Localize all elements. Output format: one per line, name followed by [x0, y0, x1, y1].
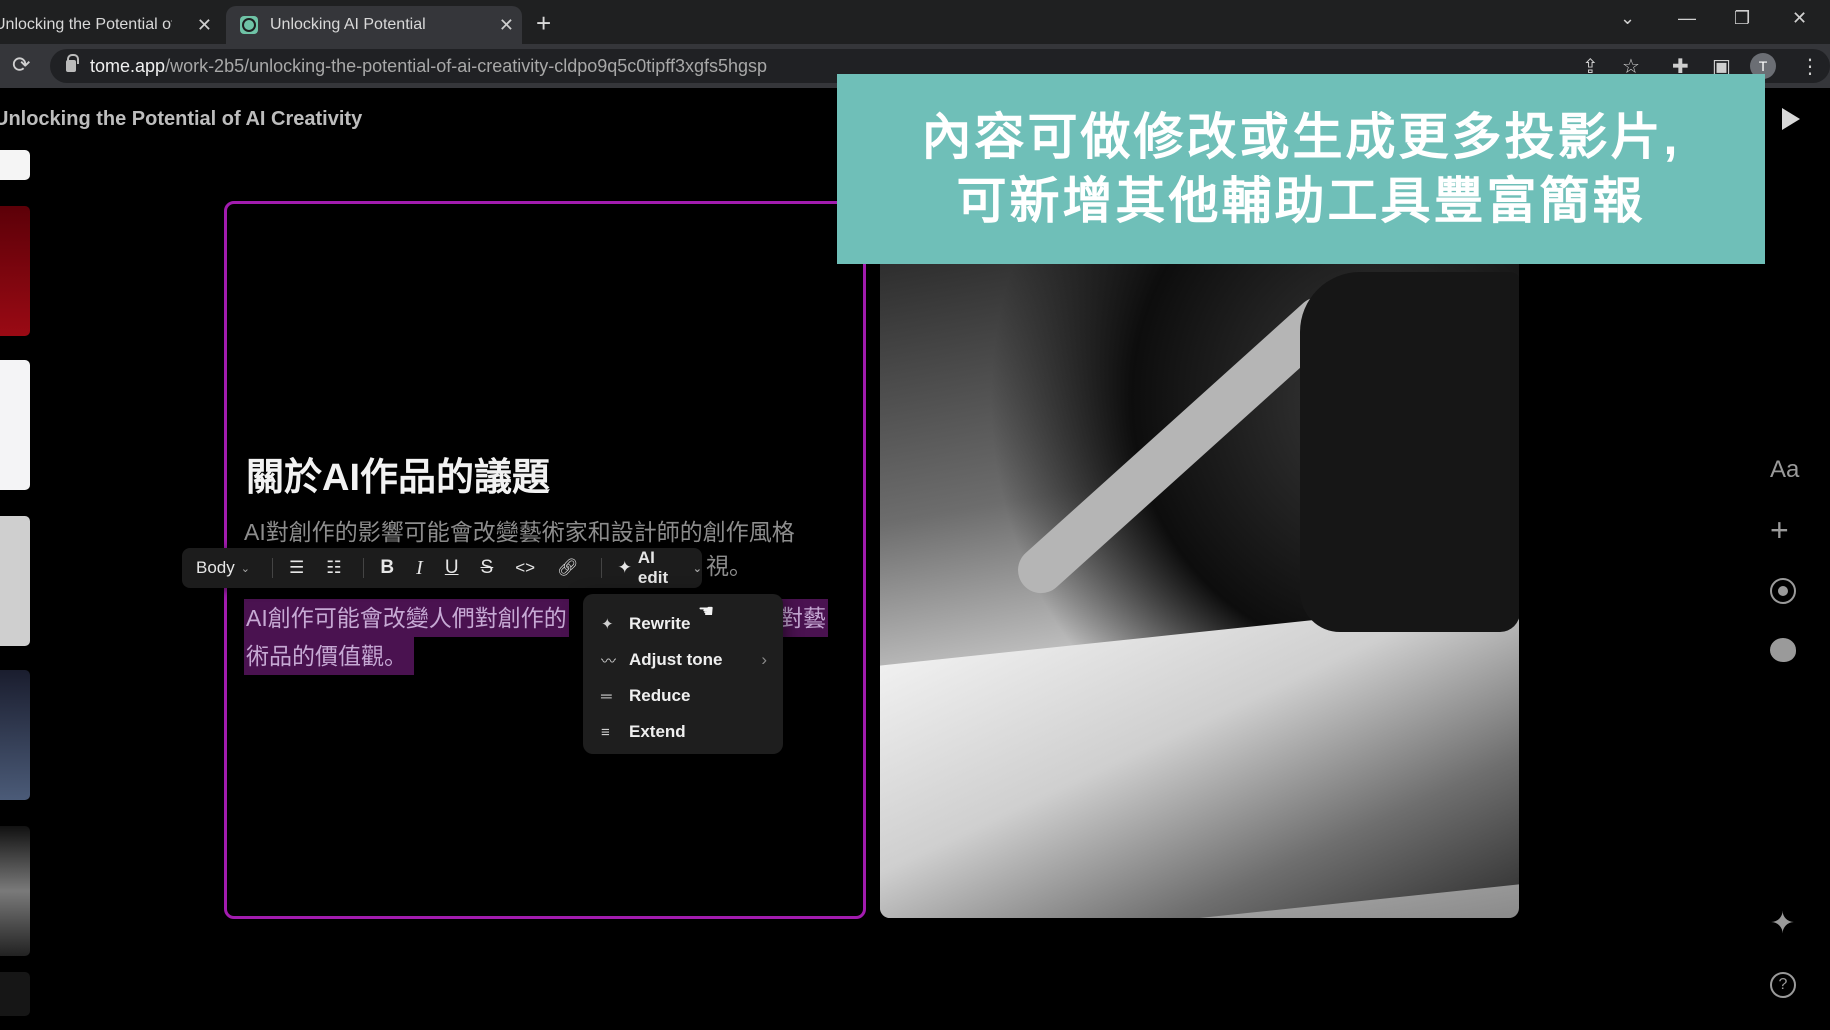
ai-edit-menu: ✦ Rewrite 〰 Adjust tone › ═ Reduce ≡ Ext… [583, 594, 783, 754]
tab-title: Unlocking the Potential of AI C [0, 16, 172, 33]
text-style-dropdown[interactable]: Body ⌄ [196, 558, 250, 578]
extend-icon: ≡ [601, 723, 610, 741]
add-tile-icon[interactable]: + [1770, 512, 1789, 549]
image-figure [1300, 272, 1519, 632]
palette-icon[interactable] [1770, 638, 1796, 662]
code-button[interactable]: <> [515, 558, 535, 578]
play-icon[interactable] [1782, 108, 1800, 130]
browser-tab-bar: Unlocking the Potential of AI C ✕ Unlock… [0, 0, 1830, 44]
reload-icon[interactable]: ⟳ [12, 52, 30, 78]
record-icon[interactable] [1770, 578, 1796, 604]
reduce-icon: ═ [601, 687, 612, 705]
menu-item-adjust-tone[interactable]: 〰 Adjust tone › [583, 642, 783, 678]
new-tab-button[interactable]: + [536, 8, 551, 39]
tab-search-chevron-icon[interactable]: ⌄ [1620, 8, 1635, 29]
strikethrough-button[interactable]: S [481, 557, 494, 579]
chevron-down-icon: ⌄ [240, 562, 250, 575]
hand-cursor-icon: ☚ [698, 601, 715, 621]
tab-title: Unlocking AI Potential [270, 16, 426, 33]
banner-line-1: 內容可做修改或生成更多投影片, [921, 109, 1681, 165]
url-domain: tome.app [90, 55, 166, 76]
underline-button[interactable]: U [445, 557, 459, 579]
restore-icon[interactable]: ❐ [1734, 8, 1750, 29]
selected-text: 對藝 [778, 599, 828, 637]
menu-item-label: Adjust tone [629, 650, 723, 669]
page-thumbnail[interactable] [0, 150, 30, 180]
page-thumbnail[interactable] [0, 826, 30, 956]
bold-button[interactable]: B [380, 557, 394, 579]
help-button[interactable]: ? [1770, 972, 1796, 998]
chevron-right-icon: › [761, 650, 767, 669]
divider [271, 558, 273, 578]
menu-item-extend[interactable]: ≡ Extend [583, 714, 783, 750]
menu-item-label: Reduce [629, 686, 691, 705]
bullet-list-icon[interactable]: ☰ [289, 558, 304, 578]
link-icon[interactable]: 🔗︎ [557, 558, 579, 578]
text-style-label: Body [196, 558, 235, 577]
add-page-thumbnail[interactable] [0, 972, 30, 1016]
italic-button[interactable]: I [416, 557, 423, 580]
selected-text: AI創作可能會改變人們對創作的 [244, 599, 569, 637]
page-thumbnail[interactable] [0, 206, 30, 336]
browser-tab-inactive[interactable]: Unlocking the Potential of AI C ✕ [0, 6, 220, 44]
divider [600, 558, 602, 578]
document-title[interactable]: Unlocking the Potential of AI Creativity [0, 108, 362, 131]
sparkle-icon: ✦ [617, 558, 632, 577]
ai-edit-label: AI edit [637, 548, 669, 587]
menu-item-rewrite[interactable]: ✦ Rewrite [583, 606, 783, 642]
text-format-toolbar: Body ⌄ ☰ ☷ B I U S <> 🔗︎ ✦ AI edit ⌄ [182, 548, 702, 588]
ai-sparkle-icon[interactable]: ✦ [1770, 906, 1795, 941]
sparkle-icon: ✦ [601, 616, 614, 633]
wave-icon: 〰 [601, 652, 617, 670]
divider [363, 558, 365, 578]
browser-menu-icon[interactable]: ⋮ [1800, 54, 1820, 79]
banner-line-2: 可新增其他輔助工具豐富簡報 [956, 173, 1646, 229]
url-path: /work-2b5/unlocking-the-potential-of-ai-… [165, 55, 768, 76]
paragraph-line: AI對創作的影響可能會改變藝術家和設計師的創作風格 [244, 519, 795, 545]
slide-image-artist-at-work[interactable] [880, 252, 1519, 918]
page-thumbnail[interactable] [0, 670, 30, 800]
slide-heading[interactable]: 關於AI作品的議題 [246, 446, 550, 501]
numbered-list-icon[interactable]: ☷ [326, 558, 341, 578]
menu-item-label: Extend [629, 722, 686, 741]
window-close-icon[interactable]: ✕ [1792, 8, 1807, 29]
minimize-icon[interactable]: — [1678, 8, 1696, 29]
caption-banner: 內容可做修改或生成更多投影片, 可新增其他輔助工具豐富簡報 [837, 74, 1765, 264]
close-icon[interactable]: ✕ [197, 15, 212, 36]
browser-tab-active[interactable]: Unlocking AI Potential ✕ [226, 6, 522, 44]
page-thumbnail[interactable] [0, 516, 30, 646]
menu-item-reduce[interactable]: ═ Reduce [583, 678, 783, 714]
selected-text: 術品的價值觀。 [244, 637, 414, 675]
menu-item-label: Rewrite [629, 614, 691, 633]
tome-favicon-icon [240, 16, 258, 34]
chevron-down-icon: ⌄ [692, 562, 703, 575]
ai-edit-button[interactable]: ✦ AI edit ⌄ [618, 548, 702, 588]
lock-icon [66, 54, 79, 72]
close-icon[interactable]: ✕ [499, 15, 514, 36]
image-drawing-table [880, 598, 1519, 918]
text-style-button[interactable]: Aa [1770, 456, 1799, 484]
page-thumbnail[interactable] [0, 360, 30, 490]
